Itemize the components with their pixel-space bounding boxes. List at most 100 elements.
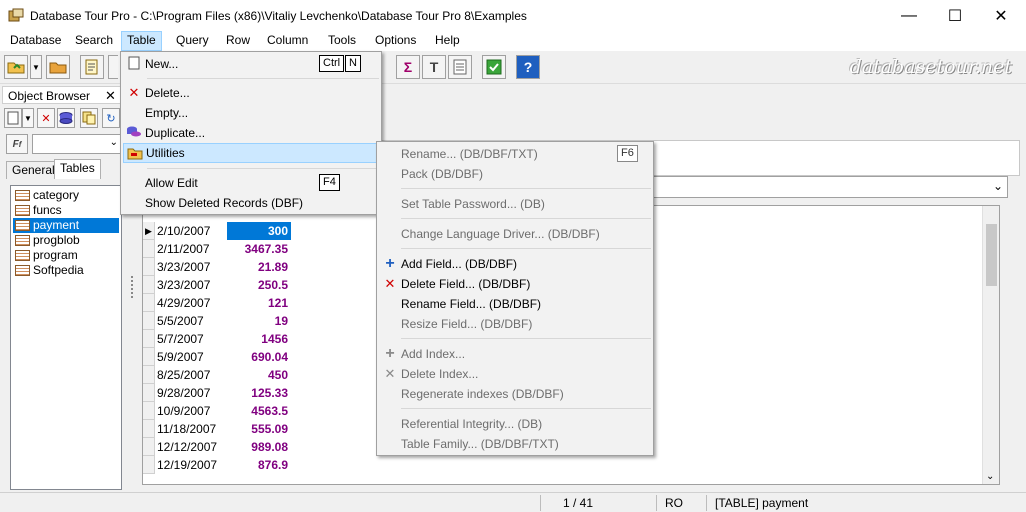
- menu-item-empty[interactable]: Empty...: [123, 103, 379, 123]
- table-row[interactable]: 5/7/2007 1456: [143, 330, 293, 348]
- menu-item-show-deleted[interactable]: Show Deleted Records (DBF): [123, 193, 379, 213]
- date-cell[interactable]: 2/10/2007: [157, 222, 227, 240]
- date-cell[interactable]: 3/23/2007: [157, 258, 227, 276]
- table-row[interactable]: 3/23/2007 250.5: [143, 276, 293, 294]
- new-object-dropdown[interactable]: ▼: [22, 108, 34, 128]
- list-item[interactable]: payment: [13, 218, 119, 233]
- tab-tables[interactable]: Tables: [54, 159, 101, 179]
- table-row[interactable]: 10/9/2007 4563.5: [143, 402, 293, 420]
- row-indicator[interactable]: [143, 294, 155, 312]
- menu-item-pack[interactable]: Pack (DB/DBF): [379, 164, 651, 184]
- help-button[interactable]: ?: [516, 55, 540, 79]
- row-indicator[interactable]: [143, 438, 155, 456]
- row-indicator[interactable]: [143, 240, 155, 258]
- table-row[interactable]: 4/29/2007 121: [143, 294, 293, 312]
- delete-object-button[interactable]: ✕: [37, 108, 55, 128]
- menu-item-duplicate[interactable]: Duplicate...: [123, 123, 379, 143]
- table-row[interactable]: 9/28/2007 125.33: [143, 384, 293, 402]
- object-browser-close-button[interactable]: ✕: [105, 88, 116, 104]
- menu-item-new[interactable]: New... Ctrl N: [123, 54, 379, 74]
- menu-item-add-index[interactable]: + Add Index...: [379, 344, 651, 364]
- date-cell[interactable]: 8/25/2007: [157, 366, 227, 384]
- report-button[interactable]: [448, 55, 472, 79]
- amount-cell[interactable]: 121: [227, 294, 291, 312]
- filter-icon[interactable]: Ff: [6, 134, 28, 154]
- amount-cell[interactable]: 19: [227, 312, 291, 330]
- menu-item-rename-field[interactable]: Rename Field... (DB/DBF): [379, 294, 651, 314]
- open-folder-button[interactable]: [46, 55, 70, 79]
- menu-item-referential-integrity[interactable]: Referential Integrity... (DB): [379, 414, 651, 434]
- menu-item-allow-edit[interactable]: Allow Edit F4: [123, 173, 379, 193]
- row-indicator[interactable]: [143, 348, 155, 366]
- date-cell[interactable]: 12/19/2007: [157, 456, 227, 474]
- date-cell[interactable]: 2/11/2007: [157, 240, 227, 258]
- menu-item-delete-index[interactable]: ✕ Delete Index...: [379, 364, 651, 384]
- close-button[interactable]: ✕: [978, 0, 1024, 31]
- scroll-down-icon[interactable]: ⌄: [986, 471, 994, 482]
- menu-item-resize-field[interactable]: Resize Field... (DB/DBF): [379, 314, 651, 334]
- commit-button[interactable]: [482, 55, 506, 79]
- object-filter-combo[interactable]: ⌄: [32, 134, 122, 154]
- menu-row[interactable]: Row: [221, 31, 255, 51]
- menu-item-set-password[interactable]: Set Table Password... (DB): [379, 194, 651, 214]
- row-indicator[interactable]: [143, 456, 155, 474]
- menu-query[interactable]: Query: [171, 31, 214, 51]
- table-row[interactable]: 8/25/2007 450: [143, 366, 293, 384]
- scroll-thumb[interactable]: [986, 224, 997, 286]
- table-row[interactable]: ▶ 2/10/2007 300: [143, 222, 293, 240]
- date-cell[interactable]: 3/23/2007: [157, 276, 227, 294]
- menu-item-add-field[interactable]: + Add Field... (DB/DBF): [379, 254, 651, 274]
- amount-cell[interactable]: 21.89: [227, 258, 291, 276]
- row-indicator[interactable]: [143, 402, 155, 420]
- menu-item-table-family[interactable]: Table Family... (DB/DBF/TXT): [379, 434, 651, 454]
- table-row[interactable]: 11/18/2007 555.09: [143, 420, 293, 438]
- amount-cell[interactable]: 450: [227, 366, 291, 384]
- menu-item-rename-table[interactable]: Rename... (DB/DBF/TXT) F6: [379, 144, 651, 164]
- date-cell[interactable]: 5/7/2007: [157, 330, 227, 348]
- open-database-button[interactable]: [4, 55, 28, 79]
- maximize-button[interactable]: ☐: [932, 0, 978, 31]
- list-item[interactable]: funcs: [13, 203, 62, 218]
- copy-object-button[interactable]: [80, 108, 98, 128]
- date-cell[interactable]: 9/28/2007: [157, 384, 227, 402]
- row-indicator[interactable]: [143, 384, 155, 402]
- amount-cell[interactable]: 555.09: [227, 420, 291, 438]
- row-indicator[interactable]: [143, 330, 155, 348]
- edit-document-button[interactable]: [80, 55, 104, 79]
- tab-general[interactable]: General: [6, 161, 61, 179]
- menu-database[interactable]: Database: [5, 31, 66, 51]
- menu-item-delete-field[interactable]: ✕ Delete Field... (DB/DBF): [379, 274, 651, 294]
- row-indicator[interactable]: [143, 366, 155, 384]
- table-row[interactable]: 12/12/2007 989.08: [143, 438, 293, 456]
- row-indicator[interactable]: [143, 276, 155, 294]
- date-cell[interactable]: 5/5/2007: [157, 312, 227, 330]
- menu-help[interactable]: Help: [430, 31, 465, 51]
- date-cell[interactable]: 11/18/2007: [157, 420, 227, 438]
- menu-item-change-language[interactable]: Change Language Driver... (DB/DBF): [379, 224, 651, 244]
- table-row[interactable]: 2/11/2007 3467.35: [143, 240, 293, 258]
- list-item[interactable]: category: [13, 188, 79, 203]
- menu-item-utilities[interactable]: Utilities: [123, 143, 379, 163]
- table-row[interactable]: 3/23/2007 21.89: [143, 258, 293, 276]
- list-item[interactable]: Softpedia: [13, 263, 84, 278]
- text-button[interactable]: T: [422, 55, 446, 79]
- open-dropdown-button[interactable]: ▼: [30, 55, 42, 79]
- new-object-button[interactable]: [4, 108, 22, 128]
- menu-item-delete[interactable]: ✕ Delete...: [123, 83, 379, 103]
- amount-cell[interactable]: 989.08: [227, 438, 291, 456]
- amount-cell[interactable]: 125.33: [227, 384, 291, 402]
- date-cell[interactable]: 12/12/2007: [157, 438, 227, 456]
- table-row[interactable]: 12/19/2007 876.9: [143, 456, 293, 474]
- date-cell[interactable]: 10/9/2007: [157, 402, 227, 420]
- amount-cell[interactable]: 250.5: [227, 276, 291, 294]
- toolbar-hidden-button[interactable]: [108, 55, 118, 79]
- list-item[interactable]: progblob: [13, 233, 80, 248]
- menu-item-regenerate-indexes[interactable]: Regenerate indexes (DB/DBF): [379, 384, 651, 404]
- menu-tools[interactable]: Tools: [323, 31, 361, 51]
- table-row[interactable]: 5/9/2007 690.04: [143, 348, 293, 366]
- menu-table[interactable]: Table: [121, 31, 162, 51]
- list-item[interactable]: program: [13, 248, 78, 263]
- date-cell[interactable]: 5/9/2007: [157, 348, 227, 366]
- row-indicator[interactable]: [143, 420, 155, 438]
- sum-button[interactable]: Σ: [396, 55, 420, 79]
